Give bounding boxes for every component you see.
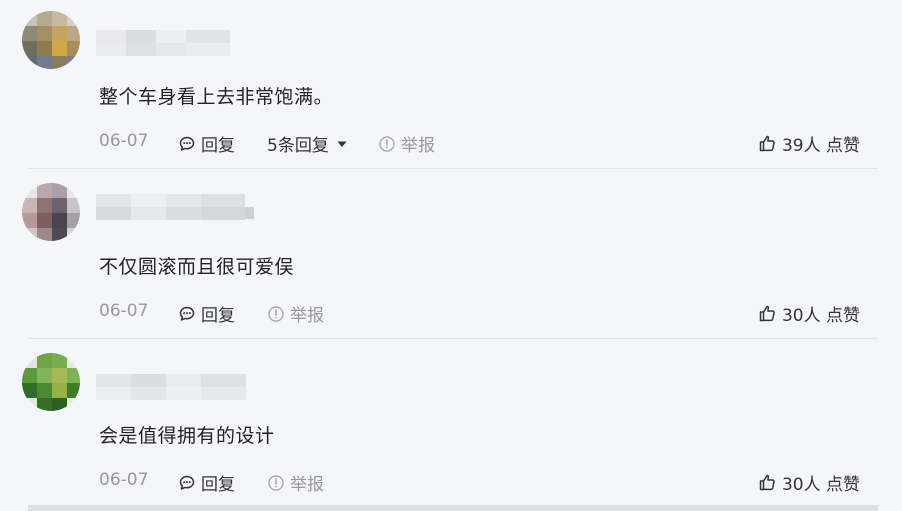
like-button[interactable]: 30人 点赞 bbox=[758, 301, 860, 326]
comment-actions: 06-07 回复 举报 30人 点赞 bbox=[99, 468, 860, 495]
like-button[interactable]: 39人 点赞 bbox=[758, 131, 860, 156]
report-label: 举报 bbox=[401, 136, 435, 156]
avatar[interactable] bbox=[22, 353, 80, 411]
thumbs-up-icon bbox=[759, 135, 775, 152]
avatar[interactable] bbox=[22, 11, 80, 69]
comment-actions: 06-07 回复 举报 30人 点赞 bbox=[99, 299, 860, 326]
likes-count: 30人 点赞 bbox=[781, 306, 860, 326]
report-label: 举报 bbox=[290, 306, 324, 326]
caret-down-icon bbox=[337, 141, 347, 147]
likes-count: 30人 点赞 bbox=[781, 475, 860, 495]
reply-label: 回复 bbox=[201, 306, 235, 326]
reply-button[interactable]: 回复 bbox=[178, 301, 235, 326]
comment-item: 会是值得拥有的设计 06-07 回复 举报 30人 点赞 bbox=[0, 339, 902, 505]
view-replies-button[interactable]: 5条回复 bbox=[267, 131, 349, 156]
list-bottom-edge bbox=[28, 505, 878, 511]
reply-button[interactable]: 回复 bbox=[178, 470, 235, 495]
warning-circle-icon bbox=[268, 474, 284, 491]
speech-bubble-icon bbox=[179, 136, 195, 151]
comment-text: 不仅圆滚而且很可爱俣 bbox=[99, 256, 295, 278]
warning-circle-icon bbox=[268, 305, 284, 322]
comment-date: 06-07 bbox=[99, 131, 149, 151]
avatar[interactable] bbox=[22, 183, 80, 241]
replies-count-label: 5条回复 bbox=[267, 136, 329, 156]
username-blurred[interactable] bbox=[96, 374, 246, 400]
comment-text: 整个车身看上去非常饱满。 bbox=[99, 86, 334, 108]
thumbs-up-icon bbox=[759, 305, 775, 322]
reply-label: 回复 bbox=[201, 136, 235, 156]
username-blurred[interactable] bbox=[96, 194, 260, 220]
comment-actions: 06-07 回复 5条回复 举报 39人 点赞 bbox=[99, 129, 860, 156]
reply-button[interactable]: 回复 bbox=[178, 131, 235, 156]
username-blurred[interactable] bbox=[96, 30, 230, 56]
speech-bubble-icon bbox=[179, 306, 195, 321]
speech-bubble-icon bbox=[179, 475, 195, 490]
comment-date: 06-07 bbox=[99, 470, 149, 490]
report-label: 举报 bbox=[290, 475, 324, 495]
report-button[interactable]: 举报 bbox=[267, 470, 324, 495]
warning-circle-icon bbox=[379, 135, 395, 152]
report-button[interactable]: 举报 bbox=[267, 301, 324, 326]
like-button[interactable]: 30人 点赞 bbox=[758, 470, 860, 495]
thumbs-up-icon bbox=[759, 474, 775, 491]
likes-count: 39人 点赞 bbox=[781, 136, 860, 156]
report-button[interactable]: 举报 bbox=[378, 131, 435, 156]
reply-label: 回复 bbox=[201, 475, 235, 495]
comment-text: 会是值得拥有的设计 bbox=[99, 425, 275, 447]
comment-item: 不仅圆滚而且很可爱俣 06-07 回复 举报 30人 点赞 bbox=[0, 169, 902, 338]
comment-date: 06-07 bbox=[99, 301, 149, 321]
comment-item: 整个车身看上去非常饱满。 06-07 回复 5条回复 举报 39人 点赞 bbox=[0, 0, 902, 168]
